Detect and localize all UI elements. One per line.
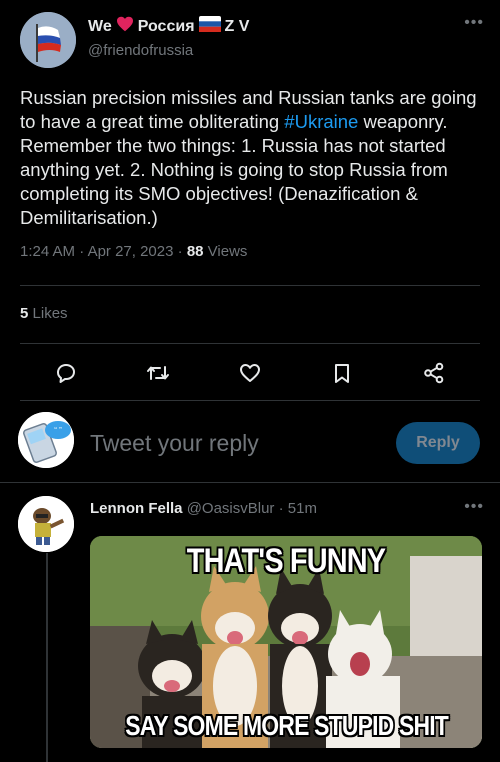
likes-stat[interactable]: 5 Likes: [20, 305, 68, 322]
reply-time[interactable]: 51m: [288, 500, 317, 517]
reply-button[interactable]: Reply: [396, 422, 480, 464]
tweet-time[interactable]: 1:24 AM: [20, 243, 75, 260]
retweet-icon[interactable]: [143, 358, 173, 388]
meta-separator: ·: [177, 243, 187, 260]
tweet-actions: [20, 358, 480, 388]
tweet-header: We Россия Z V @friendofrussia •••: [20, 12, 484, 68]
meta-separator: ·: [79, 243, 88, 260]
divider: [20, 343, 480, 344]
views-label: Views: [207, 243, 248, 260]
reply-composer: “ ” Reply: [18, 410, 480, 470]
russia-flag-icon: [198, 16, 221, 37]
heart-emoji-icon: [116, 16, 134, 37]
share-icon[interactable]: [419, 358, 449, 388]
reply-bubble-icon[interactable]: [51, 358, 81, 388]
likes-label: Likes: [32, 305, 68, 322]
reply-author-handle[interactable]: @OasisvBlur: [187, 500, 275, 517]
views-count: 88: [186, 243, 204, 260]
meme-bottom-caption: SAY SOME MORE STUPID SHIT: [125, 710, 449, 741]
display-name-mid: Россия: [137, 17, 195, 35]
tweet-date[interactable]: Apr 27, 2023: [88, 243, 174, 260]
hashtag-link[interactable]: #Ukraine: [284, 111, 358, 132]
author-display-name[interactable]: We Россия Z V: [88, 16, 249, 37]
author-names: We Россия Z V @friendofrussia: [88, 16, 249, 59]
current-user-avatar[interactable]: “ ”: [18, 412, 74, 468]
tweet-text: Russian precision missiles and Russian t…: [20, 86, 482, 230]
reply-input[interactable]: [90, 430, 370, 457]
meme-top-caption: THAT'S FUNNY: [186, 542, 386, 580]
tweet-meta: 1:24 AM · Apr 27, 2023 · 88 Views: [20, 243, 247, 260]
author-avatar[interactable]: [20, 12, 76, 68]
reply-author-name[interactable]: Lennon Fella: [90, 500, 183, 517]
divider: [20, 400, 480, 401]
author-handle[interactable]: @friendofrussia: [88, 42, 249, 59]
more-dots-icon[interactable]: •••: [464, 14, 484, 32]
svg-text:“ ”: “ ”: [54, 426, 62, 435]
thread-line: [46, 553, 48, 762]
divider: [0, 482, 500, 483]
heart-icon[interactable]: [235, 358, 265, 388]
more-dots-icon[interactable]: •••: [464, 498, 484, 516]
bookmark-icon[interactable]: [327, 358, 357, 388]
display-name-suffix: Z V: [224, 17, 250, 35]
display-name-prefix: We: [88, 17, 112, 35]
reply-author-avatar[interactable]: [18, 496, 74, 552]
meta-separator: ·: [278, 500, 288, 517]
reply-author-line: Lennon Fella @OasisvBlur · 51m: [90, 500, 317, 517]
divider: [20, 285, 480, 286]
reply-meme-image[interactable]: THAT'S FUNNY SAY SOME MORE STUPID SHIT: [90, 536, 482, 748]
likes-count: 5: [20, 305, 29, 322]
